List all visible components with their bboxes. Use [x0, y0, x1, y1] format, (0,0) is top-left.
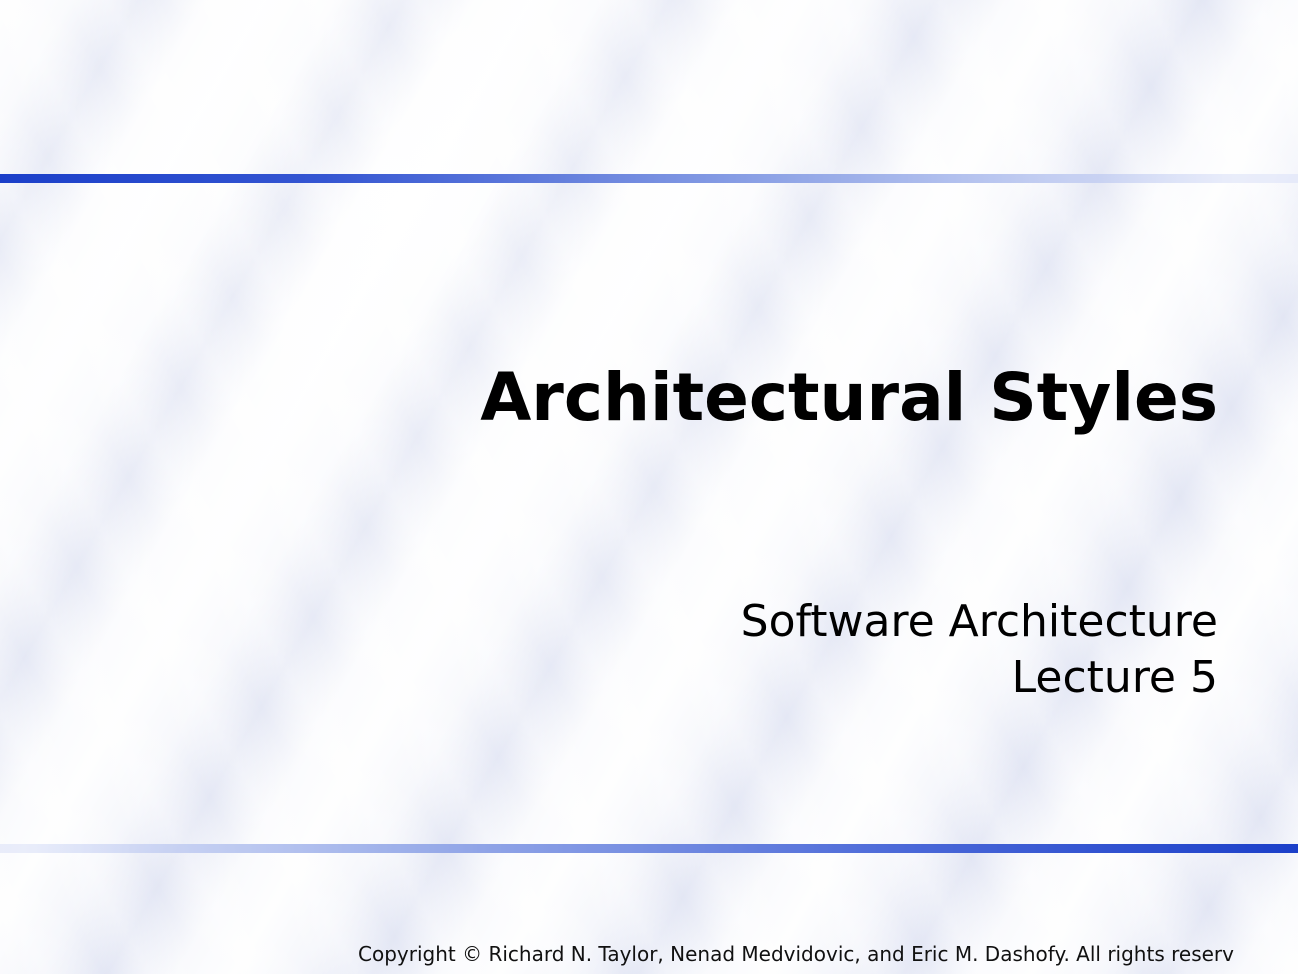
slide-subtitle: Software Architecture Lecture 5 [741, 594, 1218, 706]
slide-title: Architectural Styles [480, 359, 1218, 436]
background-texture [0, 0, 1298, 974]
copyright-footer: Copyright © Richard N. Taylor, Nenad Med… [358, 942, 1234, 966]
top-divider-rule [0, 174, 1298, 183]
subtitle-line-lecture: Lecture 5 [1011, 652, 1218, 703]
bottom-divider-rule [0, 844, 1298, 853]
slide: Architectural Styles Software Architectu… [0, 0, 1298, 974]
subtitle-line-course: Software Architecture [740, 596, 1218, 647]
